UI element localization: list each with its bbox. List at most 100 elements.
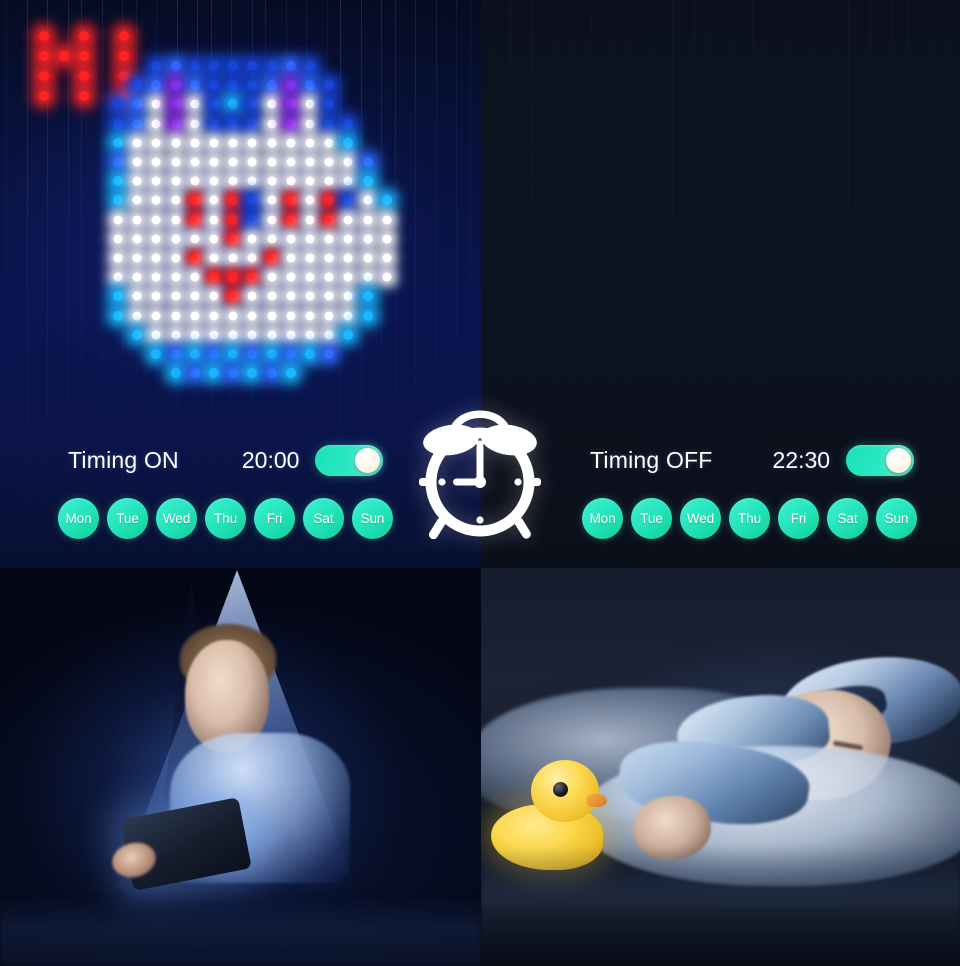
led-pixel: [382, 272, 392, 282]
led-pixel: [343, 195, 354, 206]
led-pixel: [113, 291, 123, 302]
led-pixel: [132, 215, 142, 225]
led-pixel: [228, 311, 238, 321]
led-pixel: [247, 291, 257, 301]
day-pill-thu[interactable]: Thu: [729, 498, 770, 539]
led-pixel: [286, 311, 296, 321]
led-pixel: [113, 253, 123, 263]
bottom-row: [0, 568, 960, 966]
led-pixel: [132, 253, 142, 263]
led-pixel: [228, 330, 238, 340]
led-pixel: [267, 215, 277, 225]
led-pixel: [247, 80, 258, 91]
led-pixel: [209, 368, 219, 379]
led-pixel: [209, 157, 219, 167]
led-pixel: [305, 234, 315, 244]
led-pixel: [209, 176, 219, 186]
led-pixel: [266, 253, 277, 263]
led-pixel: [151, 80, 162, 91]
dark-off-panel: [481, 0, 960, 568]
led-pixel: [228, 291, 239, 302]
led-pixel: [113, 176, 123, 187]
led-pixel: [170, 80, 181, 91]
led-pixel: [151, 138, 161, 148]
timing-off-toggle[interactable]: [846, 444, 915, 476]
led-pixel: [343, 272, 353, 282]
led-pixel: [79, 31, 89, 41]
led-pixel: [285, 349, 296, 359]
led-pixel: [324, 118, 335, 129]
led-pixel: [285, 61, 296, 71]
day-pill-sun[interactable]: Sun: [352, 498, 393, 539]
day-pill-wed[interactable]: Wed: [156, 498, 197, 539]
led-pixel: [343, 329, 354, 340]
led-pixel: [209, 291, 219, 301]
led-pixel: [343, 157, 353, 167]
day-pill-thu[interactable]: Thu: [205, 498, 246, 539]
led-pixel: [285, 80, 296, 91]
led-pixel: [209, 349, 219, 359]
day-pill-sat[interactable]: Sat: [827, 498, 868, 539]
led-pixel: [228, 61, 239, 71]
led-pixel: [190, 311, 200, 321]
day-pill-sat[interactable]: Sat: [303, 498, 344, 539]
led-pixel: [247, 157, 257, 167]
led-pixel: [324, 176, 334, 186]
led-pixel: [247, 272, 258, 283]
top-row: Timing ON 20:00 Mon Tue Wed Thu Fri Sat Sun Ti…: [0, 0, 960, 568]
led-pixel: [286, 291, 296, 301]
led-pixel: [79, 51, 89, 61]
led-pixel: [132, 99, 143, 110]
led-pixel: [343, 137, 354, 148]
led-pixel: [285, 195, 296, 206]
led-pixel: [171, 195, 181, 205]
led-pixel: [59, 51, 69, 61]
led-pixel: [305, 138, 315, 148]
led-pixel: [119, 71, 129, 81]
led-pixel: [151, 234, 161, 244]
led-pixel: [324, 291, 334, 301]
led-pixel: [228, 253, 238, 263]
led-pixel: [132, 234, 142, 244]
led-pixel: [228, 214, 239, 225]
led-pixel: [113, 137, 123, 148]
led-pixel: [305, 330, 315, 340]
day-pill-mon[interactable]: Mon: [58, 498, 99, 539]
day-pill-tue[interactable]: Tue: [107, 498, 148, 539]
day-pill-sun[interactable]: Sun: [876, 498, 917, 539]
led-pixel: [247, 99, 258, 110]
led-pixel: [113, 157, 123, 167]
led-pixel: [285, 118, 296, 129]
promo-banner: Timing ON 20:00 Mon Tue Wed Thu Fri Sat Sun Ti…: [0, 0, 960, 966]
led-pixel: [132, 272, 142, 282]
led-pixel: [113, 118, 123, 129]
led-pixel: [151, 349, 162, 359]
led-pixel: [324, 99, 335, 110]
led-pixel: [324, 234, 334, 244]
day-pill-fri[interactable]: Fri: [778, 498, 819, 539]
day-pill-mon[interactable]: Mon: [582, 498, 623, 539]
day-pill-wed[interactable]: Wed: [680, 498, 721, 539]
led-pixel: [228, 80, 239, 91]
led-pixel: [324, 330, 334, 340]
led-display-panel: [0, 0, 481, 568]
led-pixel: [324, 253, 334, 263]
day-pill-tue[interactable]: Tue: [631, 498, 672, 539]
timing-on-toggle[interactable]: [315, 444, 384, 476]
led-pixel: [209, 138, 219, 148]
led-pixel: [151, 195, 161, 205]
led-pixel: [190, 138, 200, 148]
led-pixel: [247, 368, 258, 379]
led-pixel: [132, 311, 142, 321]
sleeping-baby-with-duck-nightlight-photo: [481, 568, 960, 966]
day-pill-fri[interactable]: Fri: [254, 498, 295, 539]
led-pixel: [151, 330, 161, 340]
led-pixel: [267, 311, 277, 321]
led-pixel: [324, 311, 334, 321]
led-pixel: [324, 272, 334, 282]
led-pixel: [113, 215, 123, 225]
led-pixel: [266, 80, 277, 91]
led-pixel: [305, 215, 315, 225]
led-pixel: [267, 234, 277, 244]
led-pixel: [305, 99, 315, 109]
